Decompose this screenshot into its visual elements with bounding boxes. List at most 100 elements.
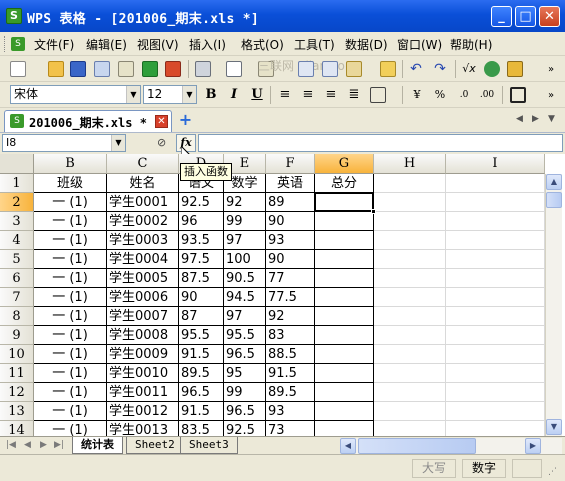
table-cell[interactable]: 学生0007 (107, 307, 179, 326)
table-cell[interactable] (446, 212, 545, 231)
vertical-scroll-thumb[interactable] (546, 192, 562, 208)
table-cell[interactable]: 93 (266, 402, 315, 421)
table-cell[interactable]: 77.5 (266, 288, 315, 307)
column-header-c[interactable]: C (107, 154, 179, 174)
table-cell[interactable]: 90 (179, 288, 224, 307)
table-cell[interactable] (374, 364, 446, 383)
table-cell[interactable] (315, 212, 374, 231)
permission-icon[interactable] (94, 61, 110, 77)
table-cell[interactable] (374, 269, 446, 288)
scroll-right-icon[interactable]: ▶ (525, 438, 541, 454)
table-cell[interactable]: 一 (1) (34, 345, 107, 364)
row-header[interactable]: 1 (0, 174, 34, 193)
table-cell[interactable]: 97.5 (179, 250, 224, 269)
table-cell[interactable]: 97 (224, 307, 266, 326)
toolbar-overflow-icon[interactable]: » (548, 64, 554, 75)
document-tab[interactable]: S 201006_期末.xls * ✕ (4, 110, 172, 132)
table-cell[interactable] (374, 345, 446, 364)
table-cell[interactable]: 96 (179, 212, 224, 231)
header-cell[interactable]: 总分 (315, 174, 374, 193)
table-cell[interactable] (374, 421, 446, 436)
sheet-tab-statistics[interactable]: 统计表 (72, 437, 123, 454)
table-cell[interactable] (374, 383, 446, 402)
table-cell[interactable]: 一 (1) (34, 307, 107, 326)
sheet-tab-sheet2[interactable]: Sheet2 (126, 437, 184, 454)
column-header-b[interactable]: B (34, 154, 107, 174)
increase-decimal-icon[interactable]: .0 (455, 86, 473, 104)
table-cell[interactable] (374, 307, 446, 326)
table-cell[interactable]: 92.5 (224, 421, 266, 436)
table-cell[interactable] (315, 364, 374, 383)
redo-icon[interactable]: ↷ (432, 61, 448, 77)
menu-item[interactable]: 工具(T) (294, 36, 335, 53)
active-cell-selection[interactable] (314, 192, 376, 214)
scroll-left-icon[interactable]: ◀ (340, 438, 356, 454)
chevron-down-icon[interactable]: ▼ (126, 86, 140, 103)
last-sheet-icon[interactable]: ▶| (54, 440, 64, 450)
save-icon[interactable] (70, 61, 86, 77)
table-cell[interactable]: 90.5 (224, 269, 266, 288)
table-cell[interactable]: 100 (224, 250, 266, 269)
table-cell[interactable]: 一 (1) (34, 326, 107, 345)
maximize-button[interactable]: □ (515, 6, 536, 27)
table-cell[interactable]: 89.5 (266, 383, 315, 402)
table-cell[interactable] (446, 250, 545, 269)
table-cell[interactable]: 学生0003 (107, 231, 179, 250)
table-cell[interactable]: 学生0009 (107, 345, 179, 364)
table-cell[interactable]: 95.5 (224, 326, 266, 345)
format-painter-icon[interactable] (380, 61, 396, 77)
bold-button[interactable]: B (202, 86, 220, 104)
table-cell[interactable]: 学生0013 (107, 421, 179, 436)
row-header[interactable]: 10 (0, 345, 34, 364)
menubar-grip[interactable] (4, 36, 7, 52)
table-cell[interactable]: 96.5 (179, 383, 224, 402)
table-cell[interactable] (446, 288, 545, 307)
table-cell[interactable]: 91.5 (179, 402, 224, 421)
column-header-f[interactable]: F (266, 154, 315, 174)
new-file-icon[interactable] (10, 61, 26, 77)
cut-icon[interactable] (298, 61, 314, 77)
table-cell[interactable]: 87.5 (179, 269, 224, 288)
table-cell[interactable]: 学生0001 (107, 193, 179, 212)
close-button[interactable]: ✕ (539, 6, 560, 27)
table-cell[interactable] (315, 269, 374, 288)
align-center-icon[interactable]: ≡ (299, 86, 317, 104)
decrease-decimal-icon[interactable]: .00 (478, 86, 496, 104)
justify-icon[interactable]: ≣ (345, 86, 363, 104)
next-sheet-icon[interactable]: ▶ (40, 440, 47, 450)
row-header[interactable]: 6 (0, 269, 34, 288)
table-cell[interactable] (374, 402, 446, 421)
table-cell[interactable] (446, 345, 545, 364)
row-header[interactable]: 5 (0, 250, 34, 269)
table-cell[interactable]: 94.5 (224, 288, 266, 307)
table-cell[interactable]: 87 (179, 307, 224, 326)
table-cell[interactable]: 学生0006 (107, 288, 179, 307)
table-cell[interactable]: 96.5 (224, 402, 266, 421)
select-all-corner[interactable] (0, 154, 34, 174)
table-cell[interactable]: 学生0012 (107, 402, 179, 421)
menu-item[interactable]: 插入(I) (189, 36, 226, 53)
chevron-down-icon[interactable]: ▼ (182, 86, 196, 103)
table-cell[interactable]: 92 (224, 193, 266, 212)
underline-button[interactable]: U (248, 86, 266, 104)
table-cell[interactable]: 93.5 (179, 231, 224, 250)
table-cell[interactable]: 一 (1) (34, 193, 107, 212)
table-cell[interactable] (315, 307, 374, 326)
table-cell[interactable]: 89 (266, 193, 315, 212)
table-cell[interactable]: 92 (266, 307, 315, 326)
table-cell[interactable]: 95 (224, 364, 266, 383)
table-cell[interactable]: 99 (224, 383, 266, 402)
tab-scroll-right-icon[interactable]: ▶ (532, 114, 539, 124)
print-preview-icon[interactable] (226, 61, 242, 77)
table-cell[interactable] (374, 193, 446, 212)
table-cell[interactable] (315, 345, 374, 364)
header-cell[interactable] (374, 174, 446, 193)
printer-icon[interactable] (195, 61, 211, 77)
horizontal-scrollbar[interactable]: ◀ ▶ (340, 438, 562, 454)
table-cell[interactable] (374, 326, 446, 345)
pdf-icon[interactable] (165, 61, 181, 77)
table-cell[interactable] (374, 288, 446, 307)
cancel-icon[interactable]: ⊘ (157, 136, 166, 149)
menu-item[interactable]: 窗口(W) (397, 36, 442, 53)
table-cell[interactable]: 学生0004 (107, 250, 179, 269)
